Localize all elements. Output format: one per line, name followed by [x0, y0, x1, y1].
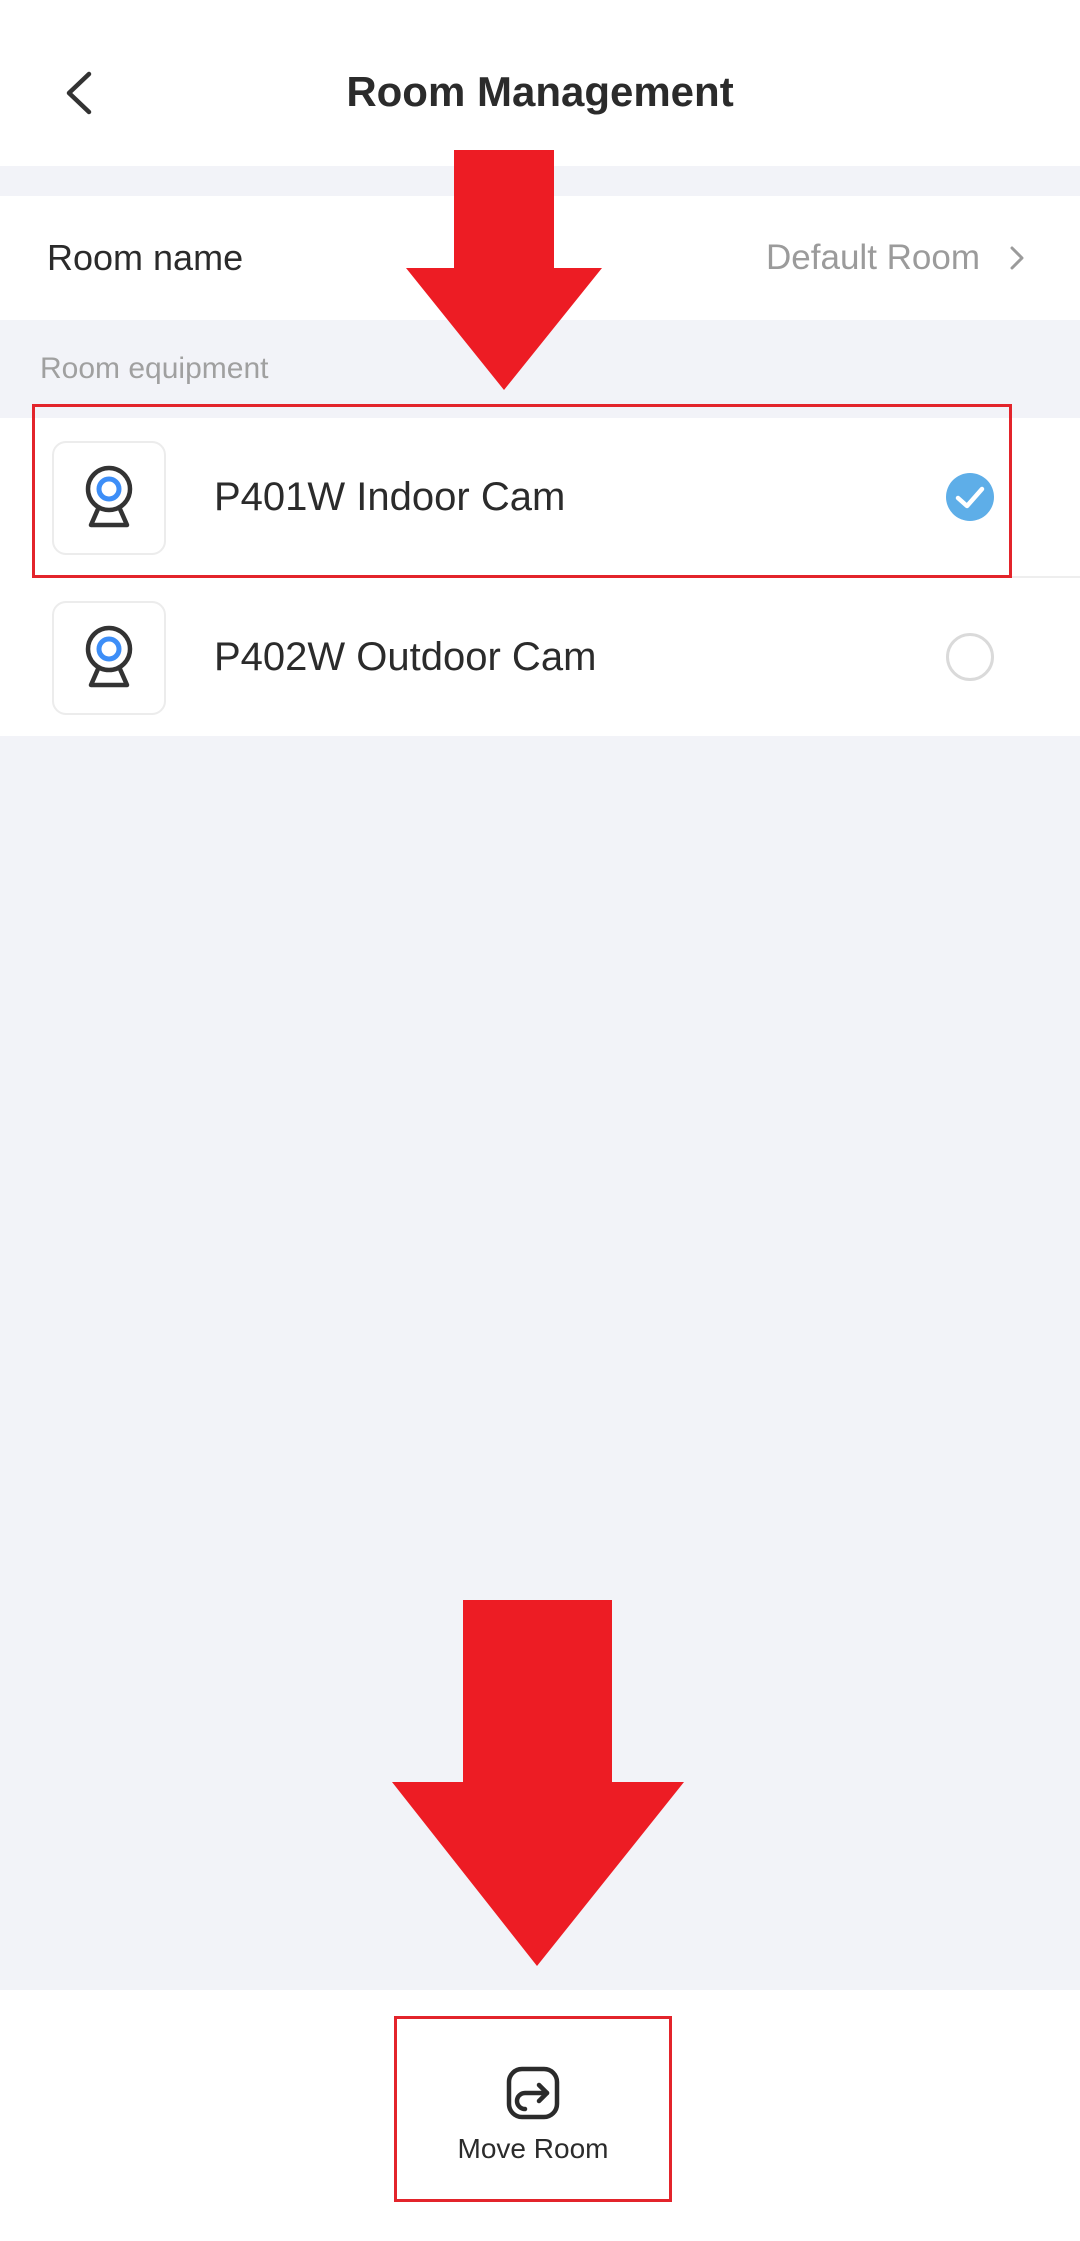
section-label-room-equipment: Room equipment — [40, 352, 269, 385]
annotation-highlight-box — [32, 404, 1012, 578]
room-name-value: Default Room — [766, 238, 980, 277]
chevron-right-icon — [1010, 246, 1024, 270]
header-bar: Room Management — [0, 0, 1080, 166]
move-room-label: Move Room — [457, 2133, 609, 2164]
annotation-arrow-down-icon — [406, 150, 602, 390]
device-name: P402W Outdoor Cam — [214, 635, 597, 679]
device-row-p402w[interactable]: P402W Outdoor Cam — [0, 578, 1080, 736]
move-room-icon — [506, 2066, 560, 2120]
move-room-button[interactable]: Move Room — [394, 2016, 672, 2202]
annotation-arrow-down-icon — [392, 1600, 684, 1966]
device-thumbnail — [52, 601, 166, 715]
room-name-label: Room name — [47, 237, 244, 278]
camera-icon — [85, 625, 133, 688]
checkbox-unselected[interactable] — [946, 633, 994, 681]
